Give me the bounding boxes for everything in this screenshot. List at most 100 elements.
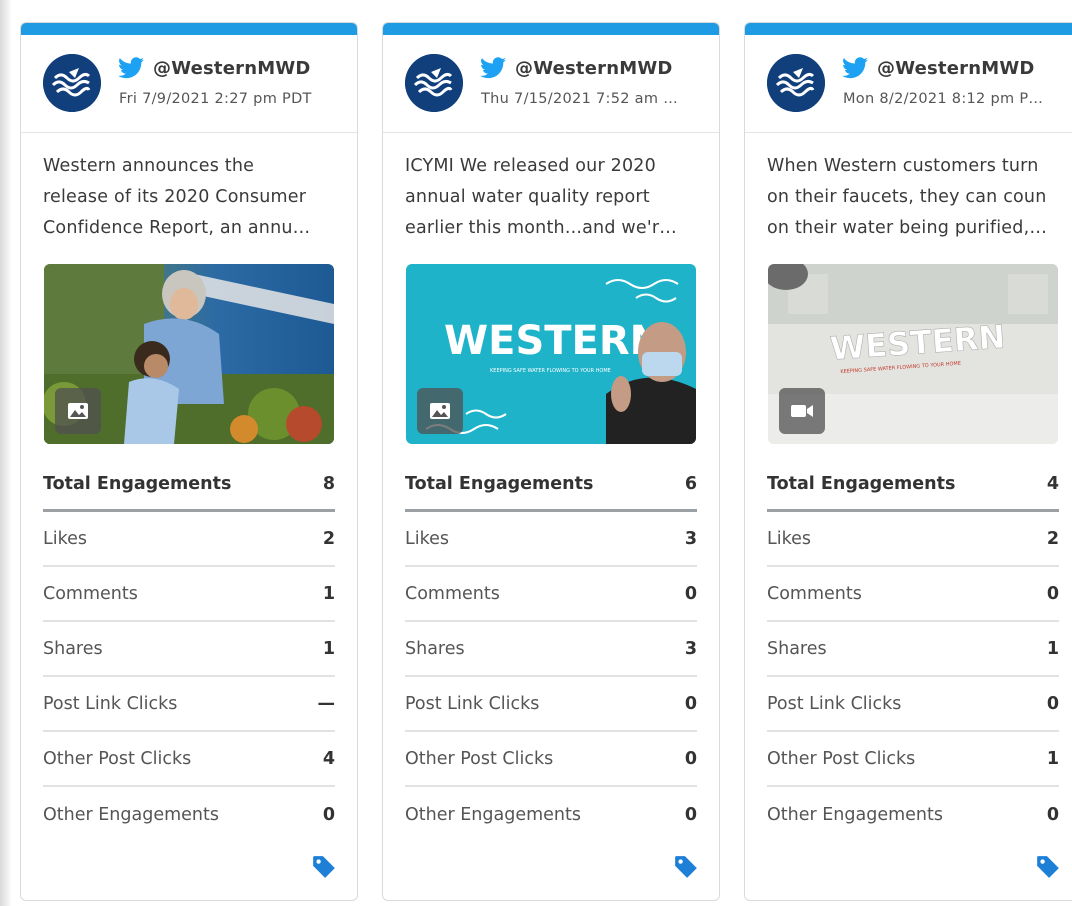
post-text-line: Confidence Report, an annu… (43, 218, 311, 238)
stat-row-other-engagements: Other Engagements 0 (405, 787, 697, 842)
stat-row-other-engagements: Other Engagements 0 (43, 787, 335, 842)
post-text-line: When Western customers turn (767, 156, 1039, 176)
post-media-photo[interactable] (44, 264, 334, 444)
post-text-line: on their water being purified,… (767, 218, 1048, 238)
tag-icon[interactable] (1035, 854, 1061, 880)
stat-row-other-post-clicks: Other Post Clicks 4 (43, 732, 335, 787)
twitter-icon (842, 57, 868, 79)
stat-label: Likes (767, 528, 812, 549)
stat-value: 0 (1046, 804, 1059, 825)
twitter-icon (118, 57, 144, 79)
post-media-video[interactable]: WESTERN KEEPING SAFE WATER FLOWING TO YO… (768, 264, 1058, 444)
stat-value: 0 (1046, 693, 1059, 714)
author-row: @WesternMWD (118, 57, 311, 79)
card-header: @WesternMWD Mon 8/2/2021 8:12 pm P… (745, 35, 1072, 133)
stat-value: 4 (322, 748, 335, 769)
card-accent-bar (21, 23, 357, 35)
card-header: @WesternMWD Thu 7/15/2021 7:52 am … (383, 35, 719, 133)
post-date: Fri 7/9/2021 2:27 pm PDT (119, 91, 312, 107)
post-card[interactable]: @WesternMWD Fri 7/9/2021 2:27 pm PDT Wes… (20, 22, 358, 901)
image-icon (417, 388, 463, 434)
stat-row-shares: Shares 1 (767, 622, 1059, 677)
post-cards-row: @WesternMWD Fri 7/9/2021 2:27 pm PDT Wes… (20, 22, 1072, 906)
stat-label: Total Engagements (405, 473, 594, 494)
stat-value: 0 (684, 693, 697, 714)
avatar[interactable] (43, 54, 101, 112)
tag-icon[interactable] (673, 854, 699, 880)
post-text: Western announces the release of its 202… (43, 151, 335, 244)
stat-row-comments: Comments 0 (767, 567, 1059, 622)
stat-value: 0 (684, 748, 697, 769)
post-text-line: earlier this month...and we'r… (405, 218, 677, 238)
stat-row-post-link-clicks: Post Link Clicks 0 (767, 677, 1059, 732)
post-date: Thu 7/15/2021 7:52 am … (481, 91, 678, 107)
engagement-stats: Total Engagements 6 Likes 3 Comments 0 Sha… (405, 458, 697, 842)
stat-label: Post Link Clicks (43, 693, 178, 714)
stat-value: 4 (1046, 473, 1059, 494)
stat-label: Post Link Clicks (405, 693, 540, 714)
stat-label: Other Engagements (405, 804, 581, 825)
stat-row-other-post-clicks: Other Post Clicks 0 (405, 732, 697, 787)
stat-value: 6 (684, 473, 697, 494)
post-text-line: ICYMI We released our 2020 (405, 156, 656, 176)
engagement-stats: Total Engagements 8 Likes 2 Comments 1 Sha… (43, 458, 335, 842)
stat-row-likes: Likes 3 (405, 512, 697, 567)
author-row: @WesternMWD (480, 57, 673, 79)
author-row: @WesternMWD (842, 57, 1035, 79)
author-handle[interactable]: @WesternMWD (153, 58, 311, 79)
stat-value: 0 (684, 583, 697, 604)
stat-label: Total Engagements (767, 473, 956, 494)
stat-row-other-engagements: Other Engagements 0 (767, 787, 1059, 842)
post-card[interactable]: @WesternMWD Thu 7/15/2021 7:52 am … ICYM… (382, 22, 720, 901)
stat-label: Other Engagements (43, 804, 219, 825)
media-subtitle: KEEPING SAFE WATER FLOWING TO YOUR HOME (490, 368, 611, 374)
stat-label: Comments (767, 583, 862, 604)
author-handle[interactable]: @WesternMWD (877, 58, 1035, 79)
stat-label: Likes (43, 528, 88, 549)
stat-row-comments: Comments 0 (405, 567, 697, 622)
image-icon (55, 388, 101, 434)
total-engagements-row: Total Engagements 6 (405, 458, 697, 512)
post-text-line: annual water quality report (405, 187, 650, 207)
video-icon (779, 388, 825, 434)
stat-label: Other Post Clicks (767, 748, 916, 769)
stat-value: 0 (1046, 583, 1059, 604)
avatar[interactable] (405, 54, 463, 112)
stat-value: 0 (322, 804, 335, 825)
post-text-line: on their faucets, they can coun (767, 187, 1047, 207)
stat-label: Shares (43, 638, 103, 659)
total-engagements-row: Total Engagements 8 (43, 458, 335, 512)
post-media-photo[interactable]: WESTERN KEEPING SAFE WATER FLOWING TO YO… (406, 264, 696, 444)
card-accent-bar (383, 23, 719, 35)
stat-row-post-link-clicks: Post Link Clicks — (43, 677, 335, 732)
engagement-stats: Total Engagements 4 Likes 2 Comments 0 Sha… (767, 458, 1059, 842)
stat-row-post-link-clicks: Post Link Clicks 0 (405, 677, 697, 732)
stat-value: 1 (322, 638, 335, 659)
stat-value: 0 (684, 804, 697, 825)
stat-label: Other Post Clicks (43, 748, 192, 769)
tag-icon[interactable] (311, 854, 337, 880)
post-text: ICYMI We released our 2020 annual water … (405, 151, 697, 244)
page-left-shadow (0, 0, 12, 906)
card-header: @WesternMWD Fri 7/9/2021 2:27 pm PDT (21, 35, 357, 133)
stat-value: 1 (322, 583, 335, 604)
stat-label: Comments (405, 583, 500, 604)
stat-label: Post Link Clicks (767, 693, 902, 714)
post-card[interactable]: @WesternMWD Mon 8/2/2021 8:12 pm P… When… (744, 22, 1072, 901)
stat-value: 1 (1046, 748, 1059, 769)
stat-value: 3 (684, 638, 697, 659)
stat-label: Shares (405, 638, 465, 659)
media-title: WESTERN (444, 318, 663, 364)
stat-value: 8 (322, 473, 335, 494)
stat-label: Likes (405, 528, 450, 549)
avatar[interactable] (767, 54, 825, 112)
post-date: Mon 8/2/2021 8:12 pm P… (843, 91, 1044, 107)
stat-value: 2 (1046, 528, 1059, 549)
author-handle[interactable]: @WesternMWD (515, 58, 673, 79)
post-text-line: Western announces the (43, 156, 255, 176)
stat-row-likes: Likes 2 (43, 512, 335, 567)
card-accent-bar (745, 23, 1072, 35)
stat-row-shares: Shares 1 (43, 622, 335, 677)
stat-value: 3 (684, 528, 697, 549)
twitter-icon (480, 57, 506, 79)
